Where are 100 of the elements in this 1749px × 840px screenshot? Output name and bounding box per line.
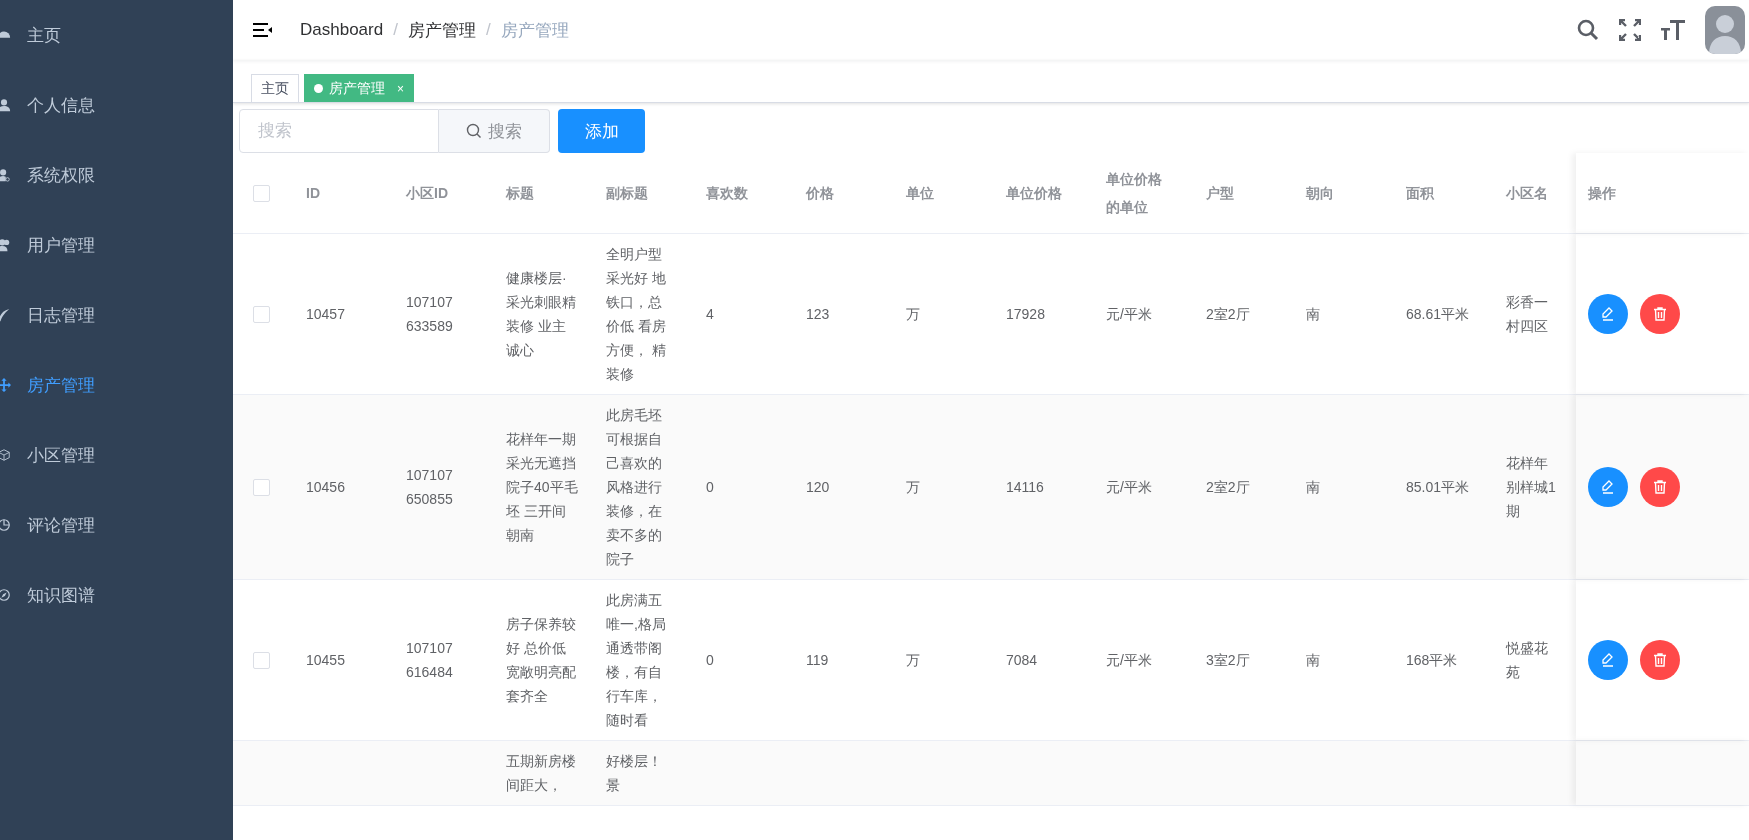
search-field[interactable]: 搜索 bbox=[239, 109, 439, 153]
column-header: 副标题 bbox=[606, 185, 648, 201]
table-cell: 4 bbox=[706, 306, 714, 322]
column-header: 小区名 bbox=[1506, 185, 1548, 201]
table-cell: 好楼层！景 bbox=[606, 753, 662, 793]
delete-button[interactable] bbox=[1640, 467, 1680, 507]
trash-icon bbox=[1652, 652, 1668, 668]
table-cell: 此房满五唯一,格局通透带阁楼，有自行车库，随时看 bbox=[606, 592, 666, 728]
table-cell: 68.61平米 bbox=[1406, 306, 1470, 322]
table-cell: 2室2厅 bbox=[1206, 479, 1250, 495]
table-cell: 0 bbox=[706, 652, 714, 668]
column-header: 操作 bbox=[1588, 184, 1616, 203]
pencil-icon bbox=[1600, 306, 1616, 322]
column-header: 户型 bbox=[1206, 185, 1234, 201]
table-cell: 107107616484 bbox=[406, 640, 453, 680]
feather-icon bbox=[0, 308, 11, 322]
breadcrumb-link[interactable]: 房产管理 bbox=[407, 18, 476, 42]
table-cell: 南 bbox=[1306, 479, 1320, 495]
edit-button[interactable] bbox=[1588, 467, 1628, 507]
table-cell: 14116 bbox=[1006, 479, 1044, 495]
font-size-icon[interactable] bbox=[1661, 19, 1685, 41]
table-cell: 元/平米 bbox=[1106, 306, 1152, 322]
table-cell: 房子保养较好 总价低宽敞明亮配套齐全 bbox=[506, 616, 576, 704]
sidebar-item[interactable]: 主页 bbox=[0, 0, 233, 70]
table-cell: 悦盛花苑 bbox=[1506, 640, 1548, 680]
column-header: 喜欢数 bbox=[706, 185, 748, 201]
table-cell: 2室2厅 bbox=[1206, 306, 1250, 322]
sidebar-item[interactable]: 评论管理 bbox=[0, 490, 233, 560]
table-cell: 17928 bbox=[1006, 306, 1045, 322]
sidebar-item[interactable]: 日志管理 bbox=[0, 280, 233, 350]
user-icon bbox=[0, 98, 11, 112]
table-cell: 彩香一村四区 bbox=[1506, 294, 1548, 334]
user-lock-icon bbox=[0, 168, 11, 182]
select-all-checkbox[interactable] bbox=[253, 184, 270, 202]
column-header: 标题 bbox=[506, 185, 534, 201]
search-icon[interactable] bbox=[1577, 19, 1599, 41]
column-header: ID bbox=[306, 185, 320, 201]
table-cell: 万 bbox=[906, 306, 920, 322]
table-cell: 元/平米 bbox=[1106, 652, 1152, 668]
delete-button[interactable] bbox=[1640, 294, 1680, 334]
table-cell: 五期新房楼间距大， bbox=[506, 753, 576, 793]
cube-icon bbox=[0, 448, 11, 462]
move-icon bbox=[0, 378, 11, 392]
pencil-icon bbox=[1600, 652, 1616, 668]
search-icon bbox=[466, 123, 482, 139]
tab[interactable]: 主页 bbox=[251, 74, 299, 102]
pie-icon bbox=[0, 518, 11, 532]
row-checkbox[interactable] bbox=[253, 651, 270, 669]
column-header: 价格 bbox=[806, 185, 834, 201]
fullscreen-icon[interactable] bbox=[1619, 19, 1641, 41]
row-checkbox[interactable] bbox=[253, 478, 270, 496]
sidebar-item[interactable]: 系统权限 bbox=[0, 140, 233, 210]
column-header: 单位价格 bbox=[1006, 185, 1062, 201]
table-cell: 南 bbox=[1306, 306, 1320, 322]
column-header: 单位 bbox=[906, 185, 934, 201]
sidebar-item[interactable]: 小区管理 bbox=[0, 420, 233, 490]
table-cell: 119 bbox=[806, 652, 829, 668]
table-cell: 元/平米 bbox=[1106, 479, 1152, 495]
edit-button[interactable] bbox=[1588, 640, 1628, 680]
table-cell: 10455 bbox=[306, 652, 345, 668]
table-cell: 健康楼层·采光刺眼精装修 业主诚心 bbox=[506, 270, 576, 358]
table-cell: 123 bbox=[806, 306, 830, 322]
row-checkbox[interactable] bbox=[253, 305, 270, 323]
pencil-icon bbox=[1600, 479, 1616, 495]
sidebar-item[interactable]: 个人信息 bbox=[0, 70, 233, 140]
trash-icon bbox=[1652, 479, 1668, 495]
table-cell: 全明户型采光好 地铁口，总价低 看房方便， 精装修 bbox=[606, 246, 666, 382]
table-cell: 10457 bbox=[306, 306, 345, 322]
column-header: 单位价格的单位 bbox=[1106, 171, 1162, 215]
edit-button[interactable] bbox=[1588, 294, 1628, 334]
table-cell: 120 bbox=[806, 479, 830, 495]
column-header: 小区ID bbox=[406, 185, 448, 201]
trash-icon bbox=[1652, 306, 1668, 322]
sidebar-item[interactable]: 用户管理 bbox=[0, 210, 233, 280]
breadcrumb-link[interactable]: Dashboard bbox=[300, 20, 384, 40]
table-cell: 107107633589 bbox=[406, 294, 453, 334]
column-header: 面积 bbox=[1406, 185, 1434, 201]
column-header: 朝向 bbox=[1306, 185, 1334, 201]
table-cell: 南 bbox=[1306, 652, 1320, 668]
avatar[interactable] bbox=[1705, 6, 1745, 54]
menu-icon[interactable] bbox=[253, 22, 273, 38]
breadcrumb-separator: / bbox=[393, 20, 398, 40]
users-icon bbox=[0, 238, 11, 252]
active-dot-icon bbox=[314, 84, 323, 93]
delete-button[interactable] bbox=[1640, 640, 1680, 680]
table-cell: 7084 bbox=[1006, 652, 1038, 668]
table-cell: 85.01平米 bbox=[1406, 479, 1470, 495]
table-cell: 0 bbox=[706, 479, 714, 495]
table-cell: 花样年一期采光无遮挡院子40平毛坯 三开间朝南 bbox=[506, 431, 578, 543]
table-cell: 107107650855 bbox=[406, 467, 453, 507]
table-cell: 3室2厅 bbox=[1206, 652, 1250, 668]
table-cell: 10456 bbox=[306, 479, 345, 495]
compass-icon bbox=[0, 588, 11, 602]
table-cell: 万 bbox=[906, 652, 920, 668]
breadcrumb-separator: / bbox=[485, 20, 491, 40]
table-cell: 花样年别样城1期 bbox=[1506, 455, 1556, 519]
table-cell: 此房毛坯可根据自己喜欢的风格进行装修，在卖不多的院子 bbox=[606, 407, 662, 567]
table-cell: 168平米 bbox=[1406, 652, 1458, 668]
sidebar-item[interactable]: 房产管理 bbox=[0, 350, 233, 420]
sidebar-item[interactable]: 知识图谱 bbox=[0, 560, 233, 630]
